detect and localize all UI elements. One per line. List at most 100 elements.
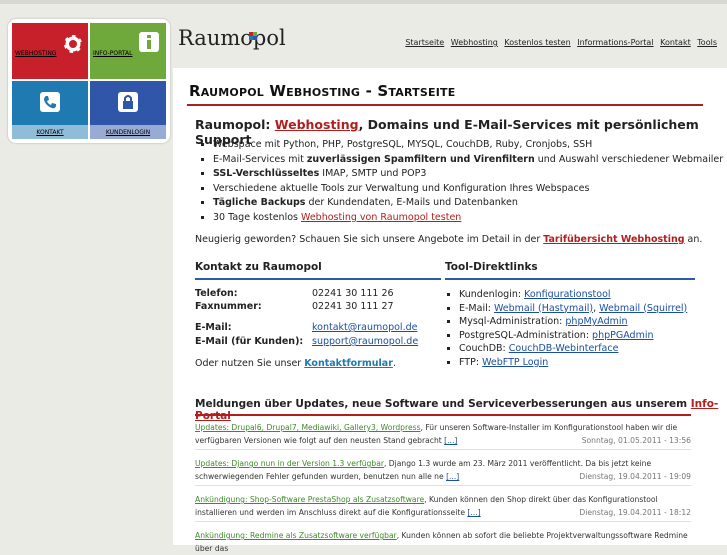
contact-divider xyxy=(195,278,441,280)
lock-icon xyxy=(118,92,138,112)
news-item-title[interactable]: Ankündigung: Redmine als Zusatzsoftware … xyxy=(195,531,397,540)
news-item: Updates: Django nun in der Version 1.3 v… xyxy=(195,457,691,486)
tile-webhosting-label[interactable]: WEBHOSTING xyxy=(15,50,88,57)
news-item-title[interactable]: Updates: Django nun in der Version 1.3 v… xyxy=(195,459,384,468)
list-item: SSL-Verschlüsseltes IMAP, SMTP und POP3 xyxy=(213,167,723,182)
feature-text: und Auswahl verschiedener Webmailer xyxy=(534,153,724,165)
tool-link-konfigurationstool[interactable]: Konfigurationstool xyxy=(524,289,611,300)
feature-bold: SSL-Verschlüsseltes xyxy=(213,168,320,180)
list-item: FTP: WebFTP Login xyxy=(459,356,687,370)
feature-text: Webspace mit Python, PHP, PostgreSQL, MY… xyxy=(213,139,593,150)
list-item: Verschiedene aktuelle Tools zur Verwaltu… xyxy=(213,182,723,197)
email-link[interactable]: kontakt@raumopol.de xyxy=(312,322,417,333)
tool-label: PostgreSQL-Administration: xyxy=(459,329,593,341)
tools-list: Kundenlogin: Konfigurationstool E-Mail: … xyxy=(445,288,687,370)
nav-startseite[interactable]: Startseite xyxy=(405,38,444,47)
page-title: Raumopol Webhosting - Startseite xyxy=(189,82,456,100)
news-item-date: Dienstag, 19.04.2011 - 18:12 xyxy=(579,508,691,517)
news-item-title[interactable]: Ankündigung: Shop-Software PrestaShop al… xyxy=(195,495,424,504)
tool-link-hastymail[interactable]: Webmail (Hastymail) xyxy=(494,303,593,314)
list-item: Mysql-Administration: phpMyAdmin xyxy=(459,315,687,329)
tool-label: E-Mail: xyxy=(459,302,494,314)
test-webhosting-link[interactable]: Webhosting von Raumopol testen xyxy=(301,212,461,223)
tool-link-couchdb[interactable]: CouchDB-Webinterface xyxy=(509,343,619,354)
lead-webhosting-link[interactable]: Webhosting xyxy=(275,117,359,132)
tile-kunden-label[interactable]: KUNDENLOGIN xyxy=(90,129,166,136)
nav-kostenlos-testen[interactable]: Kostenlos testen xyxy=(504,38,570,47)
feature-text: der Kundendaten, E-Mails und Datenbanken xyxy=(305,197,518,209)
tile-info-portal[interactable]: INFO-PORTAL xyxy=(90,23,166,79)
tarif-link[interactable]: Tarifübersicht Webhosting xyxy=(543,234,684,245)
fax-value: 02241 30 111 27 xyxy=(312,301,394,312)
email-kunden-label: E-Mail (für Kunden): xyxy=(195,336,304,347)
nav-informations-portal[interactable]: Informations-Portal xyxy=(577,38,653,47)
email-kunden-link[interactable]: support@raumopol.de xyxy=(312,336,418,347)
feature-list: Webspace mit Python, PHP, PostgreSQL, MY… xyxy=(199,138,723,226)
tools-divider xyxy=(445,278,695,280)
tile-kontakt-label[interactable]: KONTAKT xyxy=(12,129,88,136)
feature-bold: Tägliche Backups xyxy=(213,197,306,209)
news-item: Ankündigung: Shop-Software PrestaShop al… xyxy=(195,493,691,522)
news-separator xyxy=(195,521,691,522)
site-header: Raumopol Startseite Webhosting Kostenlos… xyxy=(170,19,727,61)
top-strip xyxy=(0,0,727,4)
tile-webhosting[interactable]: WEBHOSTING xyxy=(12,23,88,79)
list-item: Kundenlogin: Konfigurationstool xyxy=(459,288,687,302)
tile-kontakt[interactable]: KONTAKT xyxy=(12,81,88,139)
kontaktformular-link[interactable]: Kontaktformular xyxy=(304,358,393,369)
news-divider xyxy=(195,414,691,416)
telefon-label: Telefon: xyxy=(195,288,238,299)
tile-info-label[interactable]: INFO-PORTAL xyxy=(93,50,166,57)
teaser-text: Neugierig geworden? Schauen Sie sich uns… xyxy=(195,234,702,245)
site-logo[interactable]: Raumopol xyxy=(178,26,286,50)
news-item-more[interactable]: [...] xyxy=(467,508,480,517)
feature-text: E-Mail-Services mit xyxy=(213,153,307,165)
phone-icon xyxy=(40,92,60,112)
tool-link-phppgadmin[interactable]: phpPGAdmin xyxy=(592,330,653,341)
main-content: Raumopol Webhosting - Startseite Raumopo… xyxy=(173,68,727,553)
news-title-text: Meldungen über Updates, neue Software un… xyxy=(195,398,691,410)
tile-kundenlogin[interactable]: KUNDENLOGIN xyxy=(90,81,166,139)
feature-text: IMAP, SMTP und POP3 xyxy=(319,168,427,180)
lead-prefix: Raumopol: xyxy=(195,117,275,132)
tool-link-squirrel[interactable]: Webmail (Squirrel) xyxy=(599,303,687,314)
title-divider xyxy=(187,104,703,106)
list-item: E-Mail: Webmail (Hastymail), Webmail (Sq… xyxy=(459,302,687,316)
teaser-suffix: an. xyxy=(684,234,703,245)
nav-webhosting[interactable]: Webhosting xyxy=(451,38,498,47)
tool-link-webftp[interactable]: WebFTP Login xyxy=(482,357,548,368)
logo-mark-icon xyxy=(249,32,257,40)
contact-title: Kontakt zu Raumopol xyxy=(195,261,322,273)
contact-form-post: . xyxy=(392,358,396,369)
contact-form-pre: Oder nutzen Sie unser xyxy=(195,358,305,369)
telefon-value: 02241 30 111 26 xyxy=(312,288,394,299)
nav-kontakt[interactable]: Kontakt xyxy=(660,38,691,47)
news-item-more[interactable]: [...] xyxy=(446,472,459,481)
news-item-title[interactable]: Updates: Drupal6, Drupal7, Mediawiki, Ga… xyxy=(195,423,421,432)
fax-label: Faxnummer: xyxy=(195,301,262,312)
news-item-date: Sonntag, 01.05.2011 - 13:56 xyxy=(581,436,691,445)
news-title: Meldungen über Updates, neue Software un… xyxy=(195,398,727,422)
tool-link-phpmyadmin[interactable]: phpMyAdmin xyxy=(565,316,627,327)
news-item-date: Dienstag, 19.04.2011 - 19:09 xyxy=(579,472,691,481)
nav-tools[interactable]: Tools xyxy=(697,38,717,47)
tool-label: Mysql-Administration: xyxy=(459,316,566,328)
list-item: PostgreSQL-Administration: phpPGAdmin xyxy=(459,329,687,343)
quick-tiles: WEBHOSTING INFO-PORTAL KONTAKT KUNDENLOG… xyxy=(8,19,170,143)
news-separator xyxy=(195,449,691,450)
list-item: Tägliche Backups der Kundendaten, E-Mail… xyxy=(213,196,723,211)
list-item: Webspace mit Python, PHP, PostgreSQL, MY… xyxy=(213,138,723,153)
teaser-body: Neugierig geworden? Schauen Sie sich uns… xyxy=(195,234,544,245)
list-item: CouchDB: CouchDB-Webinterface xyxy=(459,342,687,356)
news-item-more[interactable]: [...] xyxy=(444,436,457,445)
tools-title: Tool-Direktlinks xyxy=(445,261,538,273)
contact-form-row: Oder nutzen Sie unser Kontaktformular. xyxy=(195,358,396,369)
list-item: E-Mail-Services mit zuverlässigen Spamfi… xyxy=(213,153,723,168)
tool-label: FTP: xyxy=(459,356,483,368)
list-item: 30 Tage kostenlos Webhosting von Raumopo… xyxy=(213,211,723,226)
tool-label: Kundenlogin: xyxy=(459,289,525,300)
top-navigation: Startseite Webhosting Kostenlos testen I… xyxy=(401,38,717,47)
news-separator xyxy=(195,485,691,486)
email-label: E-Mail: xyxy=(195,322,232,333)
news-item: Updates: Drupal6, Drupal7, Mediawiki, Ga… xyxy=(195,421,691,450)
